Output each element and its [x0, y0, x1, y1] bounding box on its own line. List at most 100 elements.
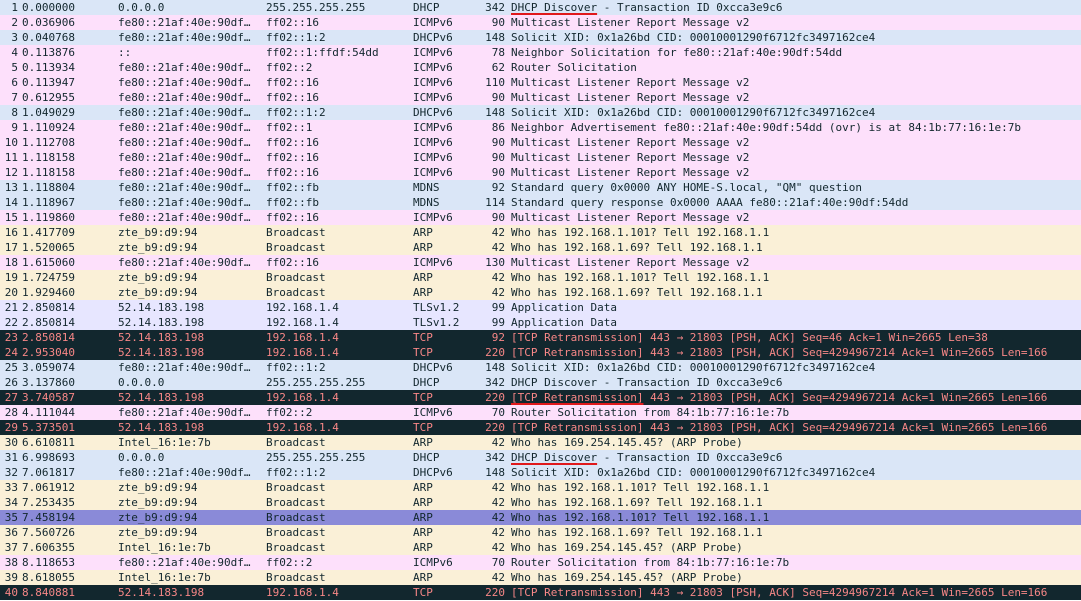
packet-time: 8.118653	[22, 556, 75, 569]
packet-number: 36	[4, 526, 18, 539]
packet-source: fe80::21af:40e:90df…	[118, 406, 251, 419]
packet-list[interactable]: 1 0.000000 0.0.0.0 255.255.255.255 DHCP 342 DH…	[0, 0, 1081, 601]
packet-destination: 255.255.255.255	[266, 376, 366, 389]
packet-time: 1.119860	[22, 211, 75, 224]
packet-source: fe80::21af:40e:90df…	[118, 136, 251, 149]
packet-length: 42	[491, 286, 505, 299]
packet-protocol: DHCP	[413, 451, 440, 464]
packet-number: 30	[4, 436, 18, 449]
packet-time: 7.253435	[22, 496, 75, 509]
packet-row[interactable]: 29 5.373501 52.14.183.198 192.168.1.4 TCP 220…	[0, 420, 1081, 435]
highlighted-text: [TCP Retransmission]	[511, 391, 644, 404]
packet-protocol: ICMPv6	[413, 76, 453, 89]
packet-row[interactable]: 5 0.113934 fe80::21af:40e:90df… ff02::2 ICMP…	[0, 60, 1081, 75]
packet-row[interactable]: 4 0.113876:: ff02::1:ffdf:54dd ICMPv6 78 Neig…	[0, 45, 1081, 60]
packet-source: zte_b9:d9:94	[118, 241, 198, 254]
packet-number: 31	[4, 451, 18, 464]
packet-protocol: MDNS	[413, 196, 440, 209]
packet-source: 52.14.183.198	[118, 301, 205, 314]
packet-row[interactable]: 33 7.061912 zte_b9:d9:94 Broadcast ARP 42 Who …	[0, 480, 1081, 495]
packet-row[interactable]: 11 1.118158 fe80::21af:40e:90df… ff02::16 IC…	[0, 150, 1081, 165]
packet-row[interactable]: 9 1.110924 fe80::21af:40e:90df… ff02::1 ICMP…	[0, 120, 1081, 135]
packet-length: 220	[485, 586, 505, 599]
packet-destination: Broadcast	[266, 286, 326, 299]
packet-info: DHCP Discover - Transaction ID 0xcca3e9c…	[511, 450, 1081, 465]
packet-info: Solicit XID: 0x1a26bd CID: 00010001290f6…	[511, 361, 876, 374]
packet-row[interactable]: 24 2.953040 52.14.183.198 192.168.1.4 TCP 220…	[0, 345, 1081, 360]
packet-destination: Broadcast	[266, 571, 326, 584]
packet-row[interactable]: 35 7.458194 zte_b9:d9:94 Broadcast ARP 42 Who …	[0, 510, 1081, 525]
packet-source: zte_b9:d9:94	[118, 271, 198, 284]
packet-source: 52.14.183.198	[118, 586, 205, 599]
packet-source: ::	[118, 46, 132, 59]
packet-info: Multicast Listener Report Message v2	[511, 76, 750, 89]
packet-row[interactable]: 18 1.615060 fe80::21af:40e:90df… ff02::16 IC…	[0, 255, 1081, 270]
packet-length: 90	[491, 136, 505, 149]
packet-row[interactable]: 20 1.929460 zte_b9:d9:94 Broadcast ARP 42 Who …	[0, 285, 1081, 300]
packet-row[interactable]: 36 7.560726 zte_b9:d9:94 Broadcast ARP 42 Who …	[0, 525, 1081, 540]
packet-destination: ff02::16	[266, 91, 319, 104]
packet-time: 2.850814	[22, 331, 75, 344]
packet-row[interactable]: 31 6.998693 0.0.0.0 255.255.255.255 DHCP 342 D…	[0, 450, 1081, 465]
packet-row[interactable]: 3 0.040768 fe80::21af:40e:90df… ff02::1:2 DH…	[0, 30, 1081, 45]
packet-row[interactable]: 13 1.118804 fe80::21af:40e:90df… ff02::fb MD…	[0, 180, 1081, 195]
packet-time: 1.118158	[22, 166, 75, 179]
packet-info: Who has 169.254.145.45? (ARP Probe)	[511, 571, 743, 584]
packet-row[interactable]: 19 1.724759 zte_b9:d9:94 Broadcast ARP 42 Who …	[0, 270, 1081, 285]
packet-row[interactable]: 39 8.618055 Intel_16:1e:7b Broadcast ARP 42 Wh…	[0, 570, 1081, 585]
packet-length: 220	[485, 346, 505, 359]
packet-row[interactable]: 23 2.850814 52.14.183.198 192.168.1.4 TCP 92 […	[0, 330, 1081, 345]
packet-info: Multicast Listener Report Message v2	[511, 211, 750, 224]
packet-row[interactable]: 30 6.610811 Intel_16:1e:7b Broadcast ARP 42 Wh…	[0, 435, 1081, 450]
packet-info: Application Data	[511, 316, 617, 329]
packet-time: 0.113934	[22, 61, 75, 74]
packet-row[interactable]: 17 1.520065 zte_b9:d9:94 Broadcast ARP 42 Who …	[0, 240, 1081, 255]
packet-row[interactable]: 32 7.061817 fe80::21af:40e:90df… ff02::1:2 D…	[0, 465, 1081, 480]
packet-row[interactable]: 7 0.612955 fe80::21af:40e:90df… ff02::16 ICM…	[0, 90, 1081, 105]
packet-number: 9	[11, 121, 18, 134]
packet-length: 342	[485, 1, 505, 14]
packet-row[interactable]: 22 2.850814 52.14.183.198 192.168.1.4 TLSv1.…	[0, 315, 1081, 330]
packet-row[interactable]: 21 2.850814 52.14.183.198 192.168.1.4 TLSv1.…	[0, 300, 1081, 315]
packet-time: 6.998693	[22, 451, 75, 464]
packet-number: 27	[4, 391, 18, 404]
packet-destination: 192.168.1.4	[266, 316, 339, 329]
packet-row[interactable]: 2 0.036906 fe80::21af:40e:90df… ff02::16 ICM…	[0, 15, 1081, 30]
packet-row[interactable]: 26 3.137860 0.0.0.0 255.255.255.255 DHCP 342 D…	[0, 375, 1081, 390]
packet-destination: ff02::1:ffdf:54dd	[266, 46, 379, 59]
packet-row[interactable]: 25 3.059074 fe80::21af:40e:90df… ff02::1:2 D…	[0, 360, 1081, 375]
packet-info: Who has 169.254.145.45? (ARP Probe)	[511, 436, 743, 449]
packet-row[interactable]: 12 1.118158 fe80::21af:40e:90df… ff02::16 IC…	[0, 165, 1081, 180]
packet-number: 11	[4, 151, 18, 164]
packet-row[interactable]: 8 1.049029 fe80::21af:40e:90df… ff02::1:2 DH…	[0, 105, 1081, 120]
packet-length: 42	[491, 271, 505, 284]
packet-length: 42	[491, 481, 505, 494]
packet-number: 19	[4, 271, 18, 284]
packet-source: fe80::21af:40e:90df…	[118, 181, 251, 194]
packet-row[interactable]: 27 3.740587 52.14.183.198 192.168.1.4 TCP 220…	[0, 390, 1081, 405]
packet-source: fe80::21af:40e:90df…	[118, 466, 251, 479]
packet-source: 52.14.183.198	[118, 421, 205, 434]
packet-row[interactable]: 28 4.111044 fe80::21af:40e:90df… ff02::2 ICM…	[0, 405, 1081, 420]
packet-source: 52.14.183.198	[118, 346, 205, 359]
packet-row[interactable]: 34 7.253435 zte_b9:d9:94 Broadcast ARP 42 Who …	[0, 495, 1081, 510]
packet-row[interactable]: 1 0.000000 0.0.0.0 255.255.255.255 DHCP 342 DH…	[0, 0, 1081, 15]
packet-destination: ff02::fb	[266, 181, 319, 194]
packet-time: 6.610811	[22, 436, 75, 449]
packet-row[interactable]: 6 0.113947 fe80::21af:40e:90df… ff02::16 ICM…	[0, 75, 1081, 90]
packet-row[interactable]: 37 7.606355 Intel_16:1e:7b Broadcast ARP 42 Wh…	[0, 540, 1081, 555]
packet-time: 8.618055	[22, 571, 75, 584]
packet-row[interactable]: 38 8.118653 fe80::21af:40e:90df… ff02::2 ICM…	[0, 555, 1081, 570]
packet-row[interactable]: 10 1.112708 fe80::21af:40e:90df… ff02::16 IC…	[0, 135, 1081, 150]
packet-row[interactable]: 16 1.417709 zte_b9:d9:94 Broadcast ARP 42 Who …	[0, 225, 1081, 240]
packet-number: 14	[4, 196, 18, 209]
packet-length: 114	[485, 196, 505, 209]
packet-destination: ff02::1:2	[266, 361, 326, 374]
packet-row[interactable]: 40 8.840881 52.14.183.198 192.168.1.4 TCP 220…	[0, 585, 1081, 600]
packet-destination: 255.255.255.255	[266, 451, 366, 464]
packet-row[interactable]: 15 1.119860 fe80::21af:40e:90df… ff02::16 IC…	[0, 210, 1081, 225]
packet-row[interactable]: 14 1.118967 fe80::21af:40e:90df… ff02::fb MD…	[0, 195, 1081, 210]
packet-source: fe80::21af:40e:90df…	[118, 166, 251, 179]
packet-number: 40	[4, 586, 18, 599]
packet-source: 0.0.0.0	[118, 451, 165, 464]
